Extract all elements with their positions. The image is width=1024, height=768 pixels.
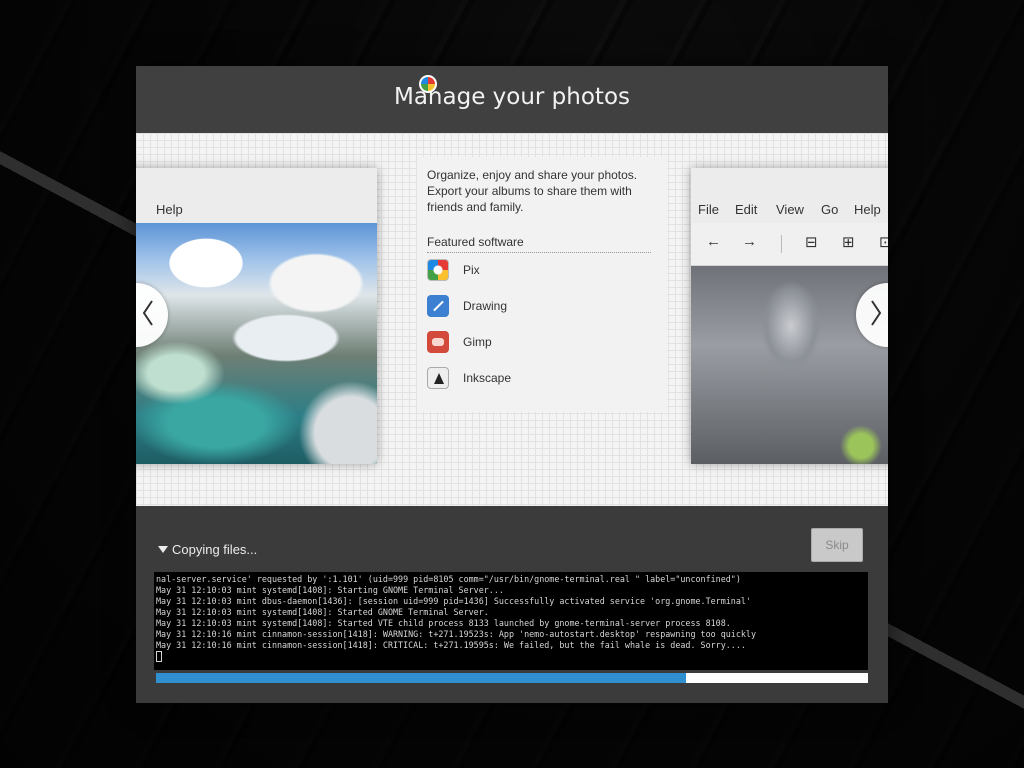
install-progress-bar (156, 673, 868, 683)
chevron-right-icon (871, 300, 882, 326)
blurred-photo (691, 266, 888, 464)
software-label: Drawing (463, 299, 508, 313)
right-menu-item-help: Help (854, 202, 881, 217)
software-label: Gimp (463, 335, 492, 349)
left-app-menubar: d Help (136, 168, 377, 223)
featured-software-heading: Featured software (427, 235, 651, 253)
terminal-log[interactable]: nal-server.service' requested by ':1.101… (154, 572, 868, 670)
chevron-left-icon (142, 300, 153, 326)
copying-files-expander[interactable]: Copying files... (158, 542, 257, 557)
right-app-toolbar: ← → ⊟ ⊞ ⊡ (691, 223, 888, 266)
software-label: Pix (463, 263, 480, 277)
toolbar-separator (781, 235, 782, 253)
right-menu-item-file: File (698, 202, 719, 217)
terminal-line: May 31 12:10:03 mint systemd[1408]: Star… (156, 585, 504, 595)
left-app-screenshot: d Help (136, 168, 377, 464)
software-item-drawing: Drawing (427, 295, 647, 317)
terminal-line: May 31 12:10:03 mint systemd[1408]: Star… (156, 618, 731, 628)
right-menu-item-edit: Edit (735, 202, 758, 217)
slide-description: Organize, enjoy and share your photos. E… (427, 168, 638, 214)
pix-icon (427, 259, 449, 281)
install-status-label: Copying files... (172, 542, 258, 557)
slideshow-area: d Help Organize, enjoy and share your ph… (136, 133, 888, 506)
install-footer: Copying files... Skip nal-server.service… (136, 506, 888, 703)
right-menu-item-go: Go (821, 202, 839, 217)
terminal-line: May 31 12:10:16 mint cinnamon-session[14… (156, 640, 746, 650)
terminal-line: May 31 12:10:03 mint systemd[1408]: Star… (156, 607, 489, 617)
drawing-icon (427, 295, 449, 317)
software-item-inkscape: Inkscape (427, 367, 647, 389)
zoom-in-icon: ⊞ (842, 234, 855, 251)
gimp-icon (427, 331, 449, 353)
forward-arrow-icon: → (742, 233, 757, 250)
software-label: Inkscape (463, 371, 512, 385)
info-panel: Organize, enjoy and share your photos. E… (417, 157, 667, 412)
install-progress-fill (156, 673, 687, 683)
terminal-cursor-line (156, 651, 866, 663)
terminal-line: May 31 12:10:16 mint cinnamon-session[14… (156, 629, 757, 639)
terminal-line: May 31 12:10:03 mint dbus-daemon[1436]: … (156, 596, 751, 606)
page-title: Manage your photos (393, 84, 631, 110)
software-item-pix: Pix (427, 259, 647, 281)
aerial-island-photo (136, 223, 377, 464)
right-menu-item-view: View (776, 202, 804, 217)
back-arrow-icon: ← (706, 233, 721, 250)
zoom-fit-icon: ⊡ (879, 234, 888, 251)
inkscape-icon (427, 367, 449, 389)
installer-window: Manage your photos d Help Organize, enjo… (136, 66, 888, 703)
terminal-line: nal-server.service' requested by ':1.101… (156, 574, 741, 584)
software-item-gimp: Gimp (427, 331, 647, 353)
skip-button[interactable]: Skip (811, 528, 863, 562)
right-app-menubar: File Edit View Go Help (691, 168, 888, 223)
terminal-cursor (156, 651, 162, 662)
left-menu-item-help: Help (156, 202, 183, 217)
zoom-out-icon: ⊟ (805, 234, 818, 251)
window-header: Manage your photos (136, 66, 888, 133)
expander-triangle-icon (158, 546, 168, 553)
